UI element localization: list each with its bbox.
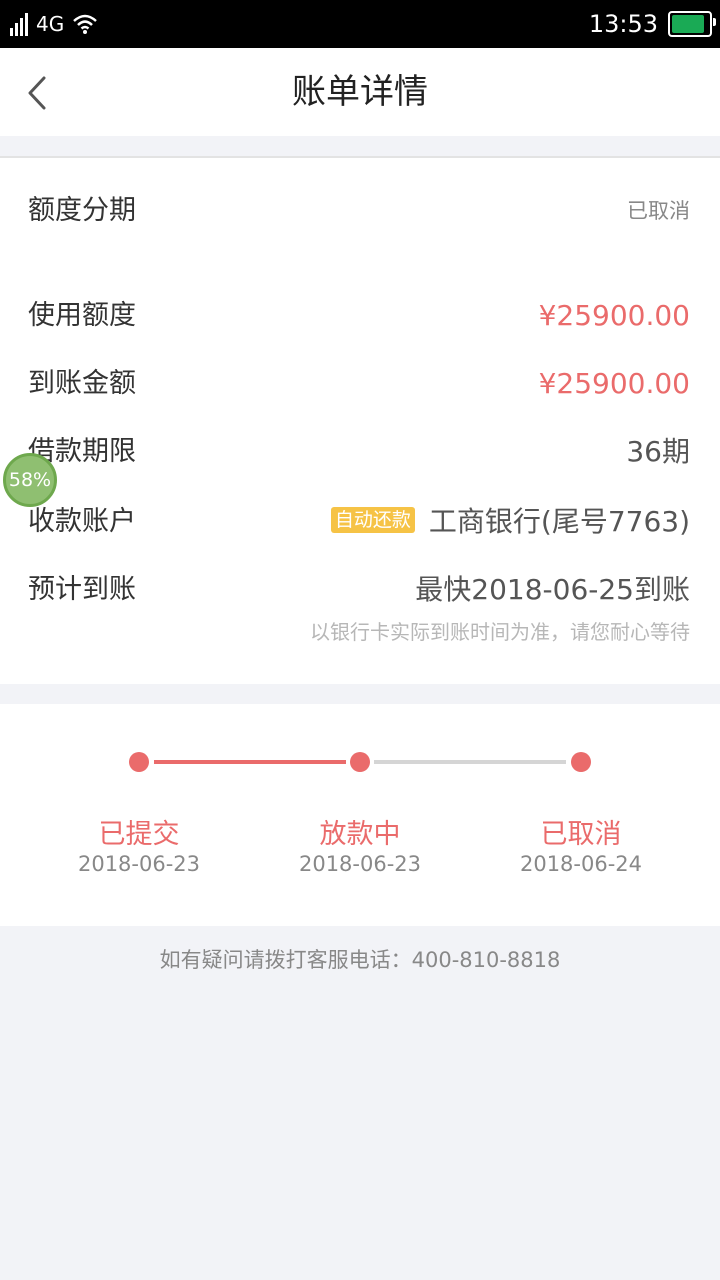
loan-type-label: 额度分期 — [28, 195, 136, 226]
loan-status: 已取消 — [627, 199, 690, 223]
wifi-icon — [73, 14, 98, 34]
detail-row-used-amount: 使用额度 ¥25900.00 — [0, 292, 720, 340]
detail-value: 36期 — [626, 435, 690, 468]
loan-type-section: 额度分期 已取消 — [0, 156, 720, 266]
details-section: 使用额度 ¥25900.00 到账金额 ¥25900.00 借款期限 36期 收… — [0, 264, 720, 684]
progress-line-pending — [374, 760, 566, 764]
signal-icon — [10, 12, 28, 36]
detail-row-account: 收款账户 自动还款 工商银行(尾号7763) — [0, 498, 720, 546]
detail-label: 预计到账 — [28, 574, 136, 605]
floating-percent-widget[interactable]: 58% — [3, 453, 57, 507]
step-label: 已取消 — [540, 819, 622, 850]
progress-section: 已提交 放款中 已取消 2018-06-23 2018-06-23 2018-0… — [0, 704, 720, 926]
step-date: 2018-06-24 — [519, 852, 643, 876]
eta-note: 以银行卡实际到账时间为准，请您耐心等待 — [310, 620, 690, 644]
status-left: 4G — [10, 10, 98, 38]
network-type: 4G — [36, 12, 65, 36]
detail-value: ¥25900.00 — [538, 367, 690, 400]
page-title: 账单详情 — [292, 72, 428, 112]
progress-dot — [571, 752, 591, 772]
detail-label: 收款账户 — [28, 506, 136, 537]
step-label: 放款中 — [319, 819, 401, 850]
nav-bar: 账单详情 — [0, 48, 720, 136]
status-right: 13:53 — [588, 8, 716, 40]
step-label: 已提交 — [98, 819, 180, 850]
status-bar: 4G 13:53 — [0, 0, 720, 48]
progress-dot — [129, 752, 149, 772]
detail-value: ¥25900.00 — [538, 299, 690, 332]
battery-icon — [668, 11, 716, 37]
detail-value-account: 自动还款 工商银行(尾号7763) — [330, 498, 690, 546]
progress-line-done — [154, 760, 346, 764]
detail-label: 使用额度 — [28, 300, 136, 331]
detail-label: 到账金额 — [28, 368, 136, 399]
detail-value: 最快2018-06-25到账 — [415, 573, 690, 606]
auto-repay-badge: 自动还款 — [330, 507, 415, 533]
progress-dot — [350, 752, 370, 772]
customer-service-hint[interactable]: 如有疑问请拨打客服电话：400-810-8818 — [0, 944, 720, 974]
detail-row-term: 借款期限 36期 — [0, 428, 720, 476]
bank-account: 工商银行(尾号7763) — [428, 505, 690, 538]
detail-row-eta: 预计到账 最快2018-06-25到账 — [0, 566, 720, 614]
detail-row-received-amount: 到账金额 ¥25900.00 — [0, 360, 720, 408]
step-date: 2018-06-23 — [77, 852, 201, 876]
clock: 13:53 — [588, 10, 658, 38]
step-date: 2018-06-23 — [298, 852, 422, 876]
